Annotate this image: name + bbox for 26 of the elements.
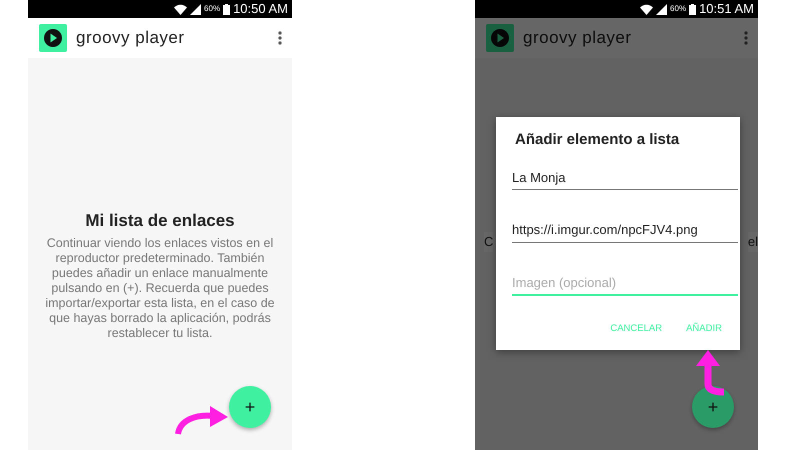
empty-state-title: Mi lista de enlaces [85,210,235,232]
arrow-annotation [694,350,726,396]
input-field[interactable]: https://i.imgur.com/npcFJV4.png [512,218,738,242]
clock-time: 10:51 AM [699,0,754,18]
wifi-icon [174,4,188,14]
app-title: groovy player [76,27,186,50]
wifi-icon [640,4,654,14]
app-title: groovy player [523,27,633,50]
battery-percent: 60% [204,3,220,15]
battery-percent: 60% [670,3,686,15]
signal-icon [656,4,668,14]
empty-state-text: Continuar viendo los enlaces vistos en el reproductor predeterminado. También puedes añadir un enlace manualmente pulsando en (+). Recuerda que puedes importar/exportar esta lista, en el caso de que hayas borrado la aplicación, podrás restablecer tu lista. [44,236,276,340]
signal-icon [190,4,202,14]
battery-icon [689,4,696,14]
clock-time: 10:50 AM [233,0,288,18]
battery-icon [223,4,230,14]
input-field[interactable]: La Monja [512,166,738,190]
play-logo-icon [39,24,67,52]
more-menu-icon[interactable] [278,31,282,45]
text-fragment: C [484,232,494,252]
dialog-title: Añadir elemento a lista [515,130,680,150]
text-fragment: el [748,232,758,252]
play-logo-icon [486,24,514,52]
input-field[interactable]: Imagen (opcional) [512,270,738,296]
add-button[interactable]: + [692,386,734,428]
add-button[interactable]: + [229,386,271,428]
